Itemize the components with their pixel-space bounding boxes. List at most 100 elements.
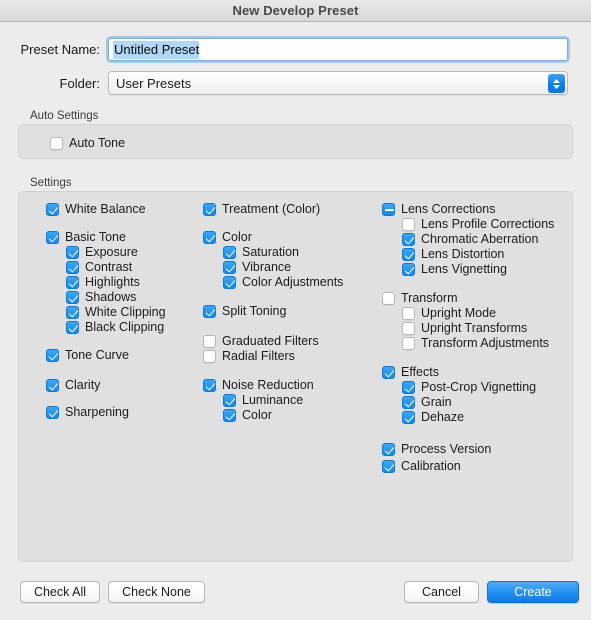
checkbox-row[interactable]: Shadows <box>66 290 136 305</box>
checkbox-row[interactable]: Transform Adjustments <box>402 336 549 351</box>
preset-name-input[interactable]: Untitled Preset <box>108 38 568 61</box>
checkbox-label: Calibration <box>401 459 461 473</box>
chevron-up-icon <box>553 78 560 83</box>
checkbox-row[interactable]: Split Toning <box>203 304 286 319</box>
checkbox-row[interactable]: Saturation <box>223 245 299 260</box>
checkbox-row[interactable]: Dehaze <box>402 410 464 425</box>
checkbox-on-icon[interactable] <box>223 394 236 407</box>
checkbox-label: Exposure <box>85 245 138 259</box>
checkbox-label: Saturation <box>242 245 299 259</box>
checkbox-row[interactable]: Lens Corrections <box>382 202 496 217</box>
checkbox-on-icon[interactable] <box>223 261 236 274</box>
folder-label: Folder: <box>59 75 100 91</box>
checkbox-row[interactable]: Treatment (Color) <box>203 202 320 217</box>
folder-stepper[interactable] <box>548 74 565 93</box>
checkbox-on-icon[interactable] <box>66 291 79 304</box>
checkbox-row[interactable]: Clarity <box>46 378 100 393</box>
checkbox-on-icon[interactable] <box>66 261 79 274</box>
checkbox-row[interactable]: White Clipping <box>66 305 166 320</box>
checkbox-row[interactable]: Contrast <box>66 260 132 275</box>
checkbox-row[interactable]: Black Clipping <box>66 320 164 335</box>
checkbox-on-icon[interactable] <box>402 396 415 409</box>
checkbox-row[interactable]: Color <box>223 408 272 423</box>
checkbox-on-icon[interactable] <box>203 379 216 392</box>
checkbox-row[interactable]: Upright Mode <box>402 306 496 321</box>
checkbox-off-icon[interactable] <box>50 137 63 150</box>
checkbox-off-icon[interactable] <box>402 322 415 335</box>
auto-settings-group-label: Auto Settings <box>30 110 99 122</box>
checkbox-on-icon[interactable] <box>66 276 79 289</box>
checkbox-on-icon[interactable] <box>402 381 415 394</box>
checkbox-row[interactable]: Process Version <box>382 442 491 457</box>
check-all-button[interactable]: Check All <box>20 581 100 603</box>
checkbox-row[interactable]: Auto Tone <box>50 136 125 151</box>
checkbox-on-icon[interactable] <box>46 379 59 392</box>
checkbox-on-icon[interactable] <box>382 460 395 473</box>
checkbox-label: Noise Reduction <box>222 378 314 392</box>
checkbox-on-icon[interactable] <box>402 248 415 261</box>
create-button[interactable]: Create <box>487 581 579 603</box>
checkbox-row[interactable]: Calibration <box>382 459 461 474</box>
window-title-bar: New Develop Preset <box>0 0 591 22</box>
cancel-button[interactable]: Cancel <box>404 581 479 603</box>
checkbox-on-icon[interactable] <box>382 443 395 456</box>
checkbox-row[interactable]: Exposure <box>66 245 138 260</box>
checkbox-on-icon[interactable] <box>223 276 236 289</box>
checkbox-on-icon[interactable] <box>382 366 395 379</box>
checkbox-off-icon[interactable] <box>402 337 415 350</box>
checkbox-on-icon[interactable] <box>402 263 415 276</box>
preset-name-value: Untitled Preset <box>113 40 200 59</box>
checkbox-row[interactable]: Luminance <box>223 393 303 408</box>
checkbox-on-icon[interactable] <box>46 203 59 216</box>
checkbox-row[interactable]: Lens Vignetting <box>402 262 507 277</box>
checkbox-on-icon[interactable] <box>402 411 415 424</box>
checkbox-label: Treatment (Color) <box>222 202 321 216</box>
checkbox-row[interactable]: Upright Transforms <box>402 321 527 336</box>
checkbox-label: Split Toning <box>222 304 287 318</box>
checkbox-on-icon[interactable] <box>66 321 79 334</box>
checkbox-row[interactable]: White Balance <box>46 202 146 217</box>
checkbox-on-icon[interactable] <box>46 231 59 244</box>
settings-group-label: Settings <box>30 177 72 189</box>
checkbox-row[interactable]: Chromatic Aberration <box>402 232 538 247</box>
checkbox-row[interactable]: Tone Curve <box>46 348 129 363</box>
checkbox-row[interactable]: Color <box>203 230 252 245</box>
checkbox-label: Auto Tone <box>69 136 126 150</box>
checkbox-label: Shadows <box>85 290 137 304</box>
checkbox-row[interactable]: Effects <box>382 365 439 380</box>
checkbox-off-icon[interactable] <box>382 292 395 305</box>
check-none-button[interactable]: Check None <box>108 581 205 603</box>
checkbox-row[interactable]: Grain <box>402 395 452 410</box>
checkbox-on-icon[interactable] <box>402 233 415 246</box>
checkbox-row[interactable]: Lens Distortion <box>402 247 504 262</box>
checkbox-off-icon[interactable] <box>203 335 216 348</box>
checkbox-off-icon[interactable] <box>402 218 415 231</box>
checkbox-row[interactable]: Radial Filters <box>203 349 295 364</box>
checkbox-on-icon[interactable] <box>66 306 79 319</box>
checkbox-off-icon[interactable] <box>203 350 216 363</box>
checkbox-row[interactable]: Highlights <box>66 275 140 290</box>
checkbox-row[interactable]: Vibrance <box>223 260 291 275</box>
checkbox-on-icon[interactable] <box>223 246 236 259</box>
checkbox-on-icon[interactable] <box>203 305 216 318</box>
checkbox-label: White Clipping <box>85 305 166 319</box>
checkbox-on-icon[interactable] <box>203 203 216 216</box>
checkbox-row[interactable]: Color Adjustments <box>223 275 343 290</box>
checkbox-row[interactable]: Graduated Filters <box>203 334 319 349</box>
checkbox-row[interactable]: Basic Tone <box>46 230 126 245</box>
checkbox-row[interactable]: Post-Crop Vignetting <box>402 380 536 395</box>
checkbox-on-icon[interactable] <box>223 409 236 422</box>
checkbox-row[interactable]: Noise Reduction <box>203 378 314 393</box>
checkbox-label: Radial Filters <box>222 349 295 363</box>
checkbox-on-icon[interactable] <box>46 406 59 419</box>
checkbox-off-icon[interactable] <box>402 307 415 320</box>
checkbox-on-icon[interactable] <box>66 246 79 259</box>
checkbox-on-icon[interactable] <box>46 349 59 362</box>
checkbox-on-icon[interactable] <box>203 231 216 244</box>
checkbox-row[interactable]: Sharpening <box>46 405 129 420</box>
checkbox-row[interactable]: Transform <box>382 291 458 306</box>
checkbox-row[interactable]: Lens Profile Corrections <box>402 217 554 232</box>
folder-value: User Presets <box>116 75 192 91</box>
folder-popup-button[interactable]: User Presets <box>108 71 568 95</box>
checkbox-mixed-icon[interactable] <box>382 203 395 216</box>
